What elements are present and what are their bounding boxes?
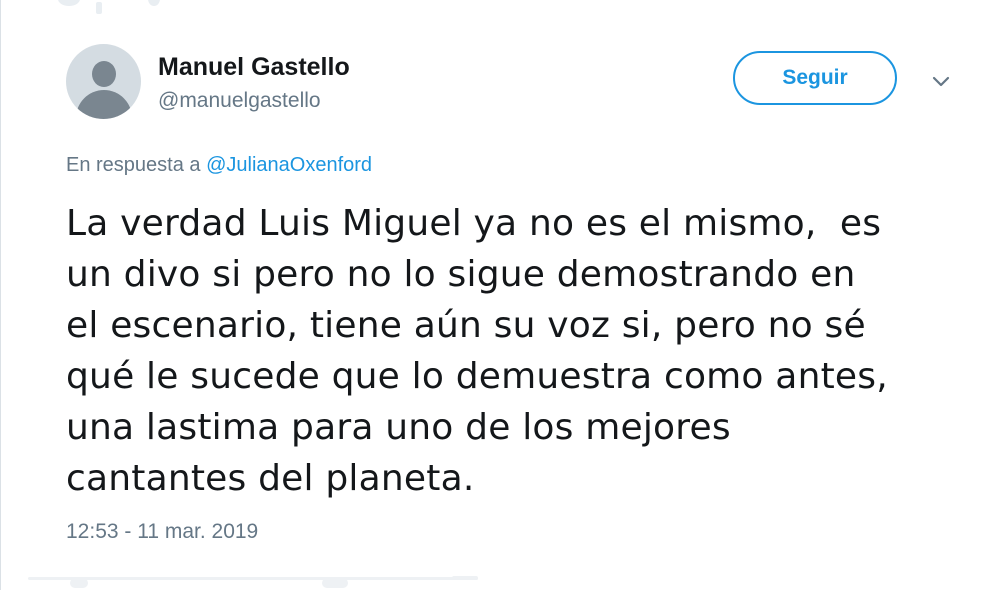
previous-reply-icon [58, 0, 80, 6]
tweet-text: La verdad Luis Miguel ya no es el mismo,… [66, 198, 946, 504]
tweet-timestamp[interactable]: 12:53 - 11 mar. 2019 [66, 519, 258, 545]
reply-mention-link[interactable]: @JulianaOxenford [206, 154, 372, 176]
author-display-name[interactable]: Manuel Gastello [158, 52, 350, 82]
avatar[interactable] [66, 44, 141, 119]
previous-thread-line [96, 2, 102, 14]
card-left-border [0, 0, 1, 590]
chevron-down-icon[interactable] [930, 70, 952, 92]
tweet-text-line: qué le sucede que lo demuestra como ante… [66, 356, 888, 397]
tweet-text-line: La verdad Luis Miguel ya no es el mismo,… [66, 203, 882, 244]
reply-prefix: En respuesta a [66, 154, 207, 176]
tweet-text-line: una lastima para uno de los mejores [66, 407, 731, 448]
tweet-text-line: el escenario, tiene aún su voz si, pero … [66, 305, 866, 346]
reply-context: En respuesta a @JulianaOxenford [66, 152, 372, 178]
previous-retweet-icon [148, 0, 160, 6]
tweet-text-line: un divo si pero no lo sigue demostrando … [66, 254, 856, 295]
author-handle[interactable]: @manuelgastello [158, 88, 321, 114]
message-action-icon[interactable] [452, 576, 478, 580]
reply-action-icon[interactable] [70, 578, 88, 588]
avatar-shoulders [75, 90, 132, 119]
previous-tweet-edge [0, 0, 1000, 14]
actions-divider [28, 577, 478, 580]
like-action-icon[interactable] [322, 578, 348, 588]
default-profile-avatar-icon [91, 61, 116, 87]
tweet-text-line: cantantes del planeta. [66, 458, 475, 499]
chevron-down-svg [932, 76, 950, 87]
tweet-actions-edge [0, 574, 1000, 590]
follow-button[interactable]: Seguir [733, 51, 897, 105]
